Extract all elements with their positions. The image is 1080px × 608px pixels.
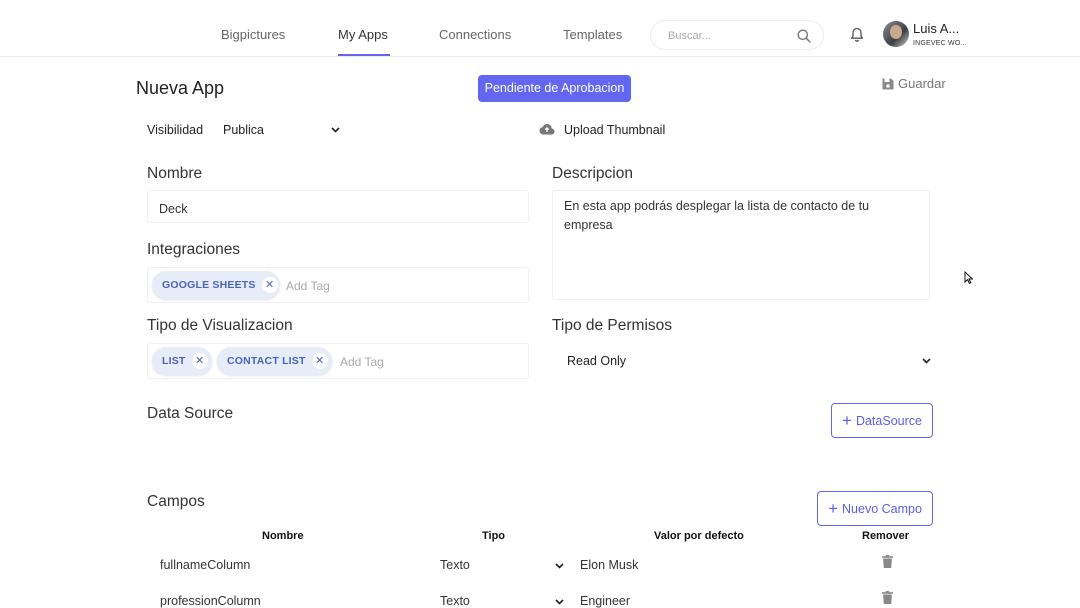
cloud-upload-icon: [539, 124, 555, 135]
plus-icon: +: [842, 410, 852, 430]
close-icon[interactable]: ✕: [191, 353, 208, 369]
fields-label: Campos: [147, 493, 205, 510]
user-name[interactable]: Luis A...: [913, 21, 959, 36]
field-name-cell[interactable]: fullnameColumn: [160, 558, 250, 572]
save-icon: [882, 78, 894, 89]
tag-label: CONTACT LIST: [227, 355, 306, 367]
tag-label: GOOGLE SHEETS: [162, 279, 256, 291]
add-datasource-label: DataSource: [855, 413, 922, 428]
avatar[interactable]: [883, 21, 909, 47]
user-organization: INGEVEC WO...: [913, 40, 967, 47]
top-navbar: Bigpictures My Apps Connections Template…: [0, 0, 1080, 57]
field-name-cell[interactable]: professionColumn: [160, 594, 261, 608]
column-header-name: Nombre: [262, 530, 304, 542]
search-input[interactable]: Buscar...: [650, 20, 824, 50]
visibility-label: Visibilidad: [147, 123, 204, 137]
bell-icon[interactable]: [849, 27, 865, 43]
upload-thumbnail-label: Upload Thumbnail: [564, 123, 666, 137]
table-row: professionColumn Texto Engineer: [147, 584, 933, 608]
close-icon[interactable]: ✕: [311, 353, 328, 369]
save-button[interactable]: Guardar: [881, 76, 946, 91]
active-tab-indicator: [338, 54, 390, 56]
chevron-down-icon: [922, 358, 931, 364]
tag-contact-list: CONTACT LIST ✕: [217, 347, 332, 375]
visibility-select[interactable]: Publica: [218, 117, 344, 143]
page-title: Nueva App: [136, 78, 225, 98]
tag-label: LIST: [162, 355, 186, 367]
field-type-value: Texto: [440, 594, 470, 608]
plus-icon: +: [828, 498, 839, 518]
permissions-select[interactable]: Read Only: [552, 343, 934, 379]
name-label: Nombre: [147, 165, 203, 182]
integrations-label: Integraciones: [147, 241, 241, 258]
table-row: fullnameColumn Texto Elon Musk: [147, 548, 933, 580]
status-badge: Pendiente de Aprobacion: [478, 75, 631, 102]
visibility-value: Publica: [223, 123, 264, 137]
nav-item-connections[interactable]: Connections: [439, 27, 511, 42]
chevron-down-icon: [555, 599, 564, 605]
name-field[interactable]: Deck: [147, 190, 529, 223]
permissions-value: Read Only: [567, 354, 627, 368]
search-placeholder: Buscar...: [668, 30, 711, 42]
add-tag-placeholder[interactable]: Add Tag: [286, 279, 330, 293]
search-icon[interactable]: [797, 29, 811, 43]
field-type-value: Texto: [440, 558, 470, 572]
nav-item-my-apps[interactable]: My Apps: [338, 27, 388, 42]
cursor-icon: [964, 271, 973, 284]
add-datasource-button[interactable]: + DataSource: [831, 403, 933, 438]
tag-google-sheets: GOOGLE SHEETS ✕: [152, 271, 280, 299]
column-header-remove: Remover: [862, 530, 910, 542]
add-field-button[interactable]: + Nuevo Campo: [817, 491, 933, 526]
datasource-label: Data Source: [147, 405, 234, 422]
field-type-select[interactable]: Texto: [434, 586, 564, 608]
upload-thumbnail-button[interactable]: Upload Thumbnail: [539, 120, 679, 140]
column-header-default: Valor por defecto: [654, 530, 744, 542]
tag-list: LIST ✕: [152, 347, 212, 375]
field-type-select[interactable]: Texto: [434, 550, 564, 578]
nav-item-templates[interactable]: Templates: [563, 27, 622, 42]
chevron-down-icon: [555, 563, 564, 569]
column-header-type: Tipo: [482, 530, 506, 542]
permissions-label: Tipo de Permisos: [552, 317, 673, 334]
chevron-down-icon: [331, 127, 340, 133]
add-field-label: Nuevo Campo: [842, 501, 922, 516]
add-tag-placeholder[interactable]: Add Tag: [340, 355, 384, 369]
trash-icon[interactable]: [882, 591, 893, 604]
nav-item-bigpictures[interactable]: Bigpictures: [221, 27, 285, 42]
field-default-cell[interactable]: Elon Musk: [580, 558, 638, 572]
description-value: En esta app podrás desplegar la lista de…: [564, 199, 870, 232]
trash-icon[interactable]: [882, 555, 893, 568]
name-value: Deck: [159, 202, 188, 216]
visualization-label: Tipo de Visualizacion: [147, 317, 293, 334]
close-icon[interactable]: ✕: [261, 277, 278, 293]
save-button-label: Guardar: [898, 76, 946, 91]
field-default-cell[interactable]: Engineer: [580, 594, 630, 608]
description-label: Descripcion: [552, 165, 633, 182]
